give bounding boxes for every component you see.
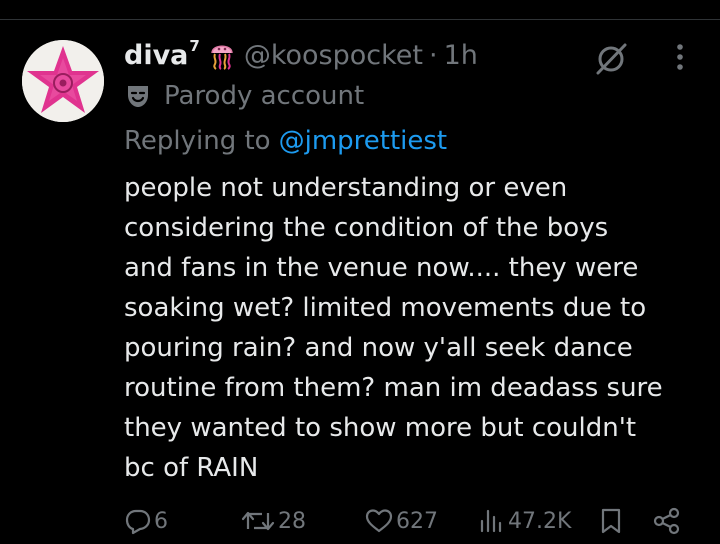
tweet-text-line: pouring rain? and now y'all seek dance [124,333,633,363]
tweet-text-line: considering the condition of the boys [124,213,609,243]
tweet-text-line: soaking wet? limited movements due to [124,293,647,323]
share-icon [653,507,680,535]
tweet-text-line: bc of RAIN [124,453,259,483]
views-icon [480,509,502,533]
like-icon [365,509,393,533]
repost-count: 28 [278,508,306,534]
theater-mask-icon [124,82,152,110]
more-icon[interactable] [668,40,692,74]
tweet-text-line: people not understanding or even [124,173,568,203]
tweet-header: diva 7 @koospocket · 1h [124,36,478,74]
top-divider [0,0,720,20]
grok-icon[interactable] [594,40,630,76]
post-time[interactable]: 1h [444,40,478,71]
views-count: 47.2K [508,508,572,534]
tweet-text-line: and fans in the venue now.... they were [124,253,639,283]
bookmark-button[interactable] [598,504,624,538]
repost-icon [241,511,275,531]
avatar-star-image [22,40,104,122]
avatar[interactable] [22,40,104,122]
reply-count: 6 [154,508,168,534]
repost-button[interactable]: 28 [240,504,306,538]
display-name-superscript: 7 [189,37,200,55]
reply-icon [125,509,151,535]
tweet-text: people not understanding or even conside… [124,168,714,488]
share-button[interactable] [652,504,682,538]
like-count: 627 [396,508,438,534]
bookmark-icon [601,508,621,534]
action-bar: 6 28 627 47.2K [0,500,720,544]
like-button[interactable]: 627 [364,504,438,538]
jellyfish-icon [208,40,236,70]
separator-dot: · [429,39,438,71]
user-handle[interactable]: @koospocket [244,40,423,71]
replying-to-prefix: Replying to [124,126,271,156]
views-button[interactable]: 47.2K [478,504,571,538]
reply-button[interactable]: 6 [124,504,168,538]
tweet-text-line: routine from them? man im deadass sure [124,373,663,403]
parody-label: Parody account [164,81,365,111]
replying-to-row: Replying to @jmprettiest [124,122,447,160]
display-name[interactable]: diva [124,40,188,71]
parody-label-row: Parody account [124,79,364,113]
tweet-text-line: they wanted to show more but couldn't [124,413,637,443]
replying-to-handle[interactable]: @jmprettiest [279,126,448,156]
